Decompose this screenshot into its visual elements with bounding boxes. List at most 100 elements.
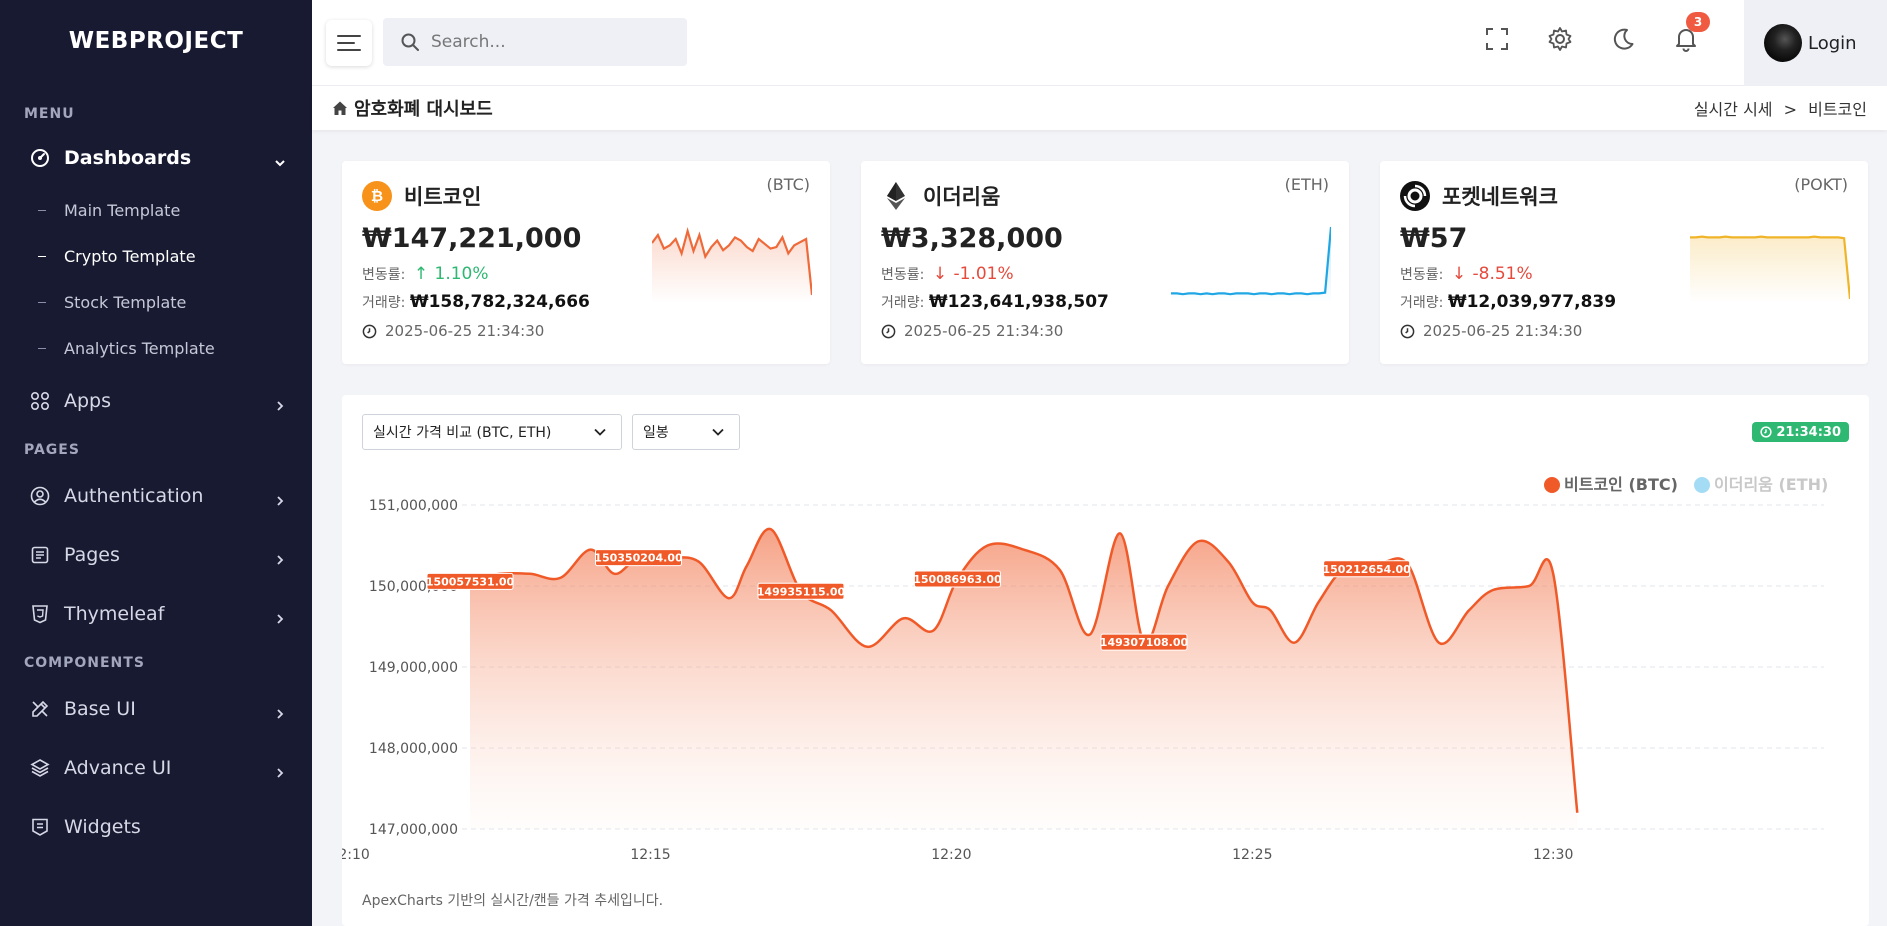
x-tick-label: 12:15 bbox=[630, 847, 670, 863]
fullscreen-icon bbox=[1486, 28, 1508, 50]
sidebar-item-thymeleaf[interactable]: Thymeleaf bbox=[0, 584, 312, 643]
period-select-value: 일봉 bbox=[643, 425, 669, 441]
sidebar-item-label: Base UI bbox=[64, 697, 136, 720]
coin-symbol: (POKT) bbox=[1794, 175, 1848, 194]
legend-label: 이더리움 (ETH) bbox=[1714, 475, 1828, 494]
y-tick-label: 151,000,000 bbox=[369, 498, 458, 514]
fullscreen-button[interactable] bbox=[1482, 24, 1512, 54]
sparkline-line bbox=[1171, 226, 1331, 296]
dash-icon bbox=[38, 209, 46, 211]
sidebar-subitem-main-template[interactable]: Main Template bbox=[0, 187, 312, 233]
sidebar-subitem-stock-template[interactable]: Stock Template bbox=[0, 279, 312, 325]
coin-card-pokt[interactable]: 포켓네트워크 (POKT) ₩57 변동률: ↓ -8.51% 거래량: ₩12… bbox=[1380, 161, 1868, 364]
chevron-right-icon bbox=[274, 549, 286, 565]
change-label: 변동률: bbox=[881, 267, 925, 283]
sparkline-chart bbox=[1690, 235, 1850, 303]
chevron-down-icon bbox=[274, 152, 286, 166]
dark-mode-button[interactable] bbox=[1608, 24, 1638, 54]
change-arrow-icon: ↓ bbox=[1451, 264, 1467, 284]
legend-marker bbox=[1544, 477, 1560, 493]
notification-count-badge: 3 bbox=[1686, 12, 1710, 32]
chevron-down-icon bbox=[594, 428, 606, 436]
data-label-text: 150086963.00 bbox=[913, 573, 1002, 586]
section-title-pages: PAGES bbox=[24, 442, 80, 458]
change-arrow-icon: ↓ bbox=[932, 264, 948, 284]
price-area-chart[interactable]: 비트코인 (BTC) 이더리움 (ETH)151,000,000150,000,0… bbox=[342, 465, 1869, 875]
sidebar-item-label: Apps bbox=[64, 389, 112, 412]
chevron-right-icon bbox=[274, 490, 286, 506]
sidebar-item-dashboards[interactable]: Dashboards bbox=[0, 128, 312, 187]
sidebar-item-label: Widgets bbox=[64, 815, 141, 838]
coin-symbol: (BTC) bbox=[766, 175, 810, 194]
data-label: 150212654.00 bbox=[1322, 560, 1411, 578]
coin-timestamp: 2025-06-25 21:34:30 bbox=[881, 322, 1329, 340]
clock-icon bbox=[362, 324, 377, 338]
data-label: 149935115.00 bbox=[757, 582, 846, 600]
sidebar-item-authentication[interactable]: Authentication bbox=[0, 466, 312, 525]
chevron-right-icon bbox=[274, 703, 286, 719]
y-tick-label: 147,000,000 bbox=[369, 822, 458, 838]
breadcrumb-separator: > bbox=[1783, 100, 1798, 119]
data-label-text: 149935115.00 bbox=[757, 585, 846, 598]
sidebar-item-advance-ui[interactable]: Advance UI bbox=[0, 738, 312, 797]
subitem-label: Stock Template bbox=[64, 292, 187, 312]
chart-footnote: ApexCharts 기반의 실시간/캔들 가격 추세입니다. bbox=[362, 893, 664, 909]
login-label: Login bbox=[1808, 32, 1857, 54]
sidebar-subitem-analytics-template[interactable]: Analytics Template bbox=[0, 325, 312, 371]
sidebar-item-base-ui[interactable]: Base UI bbox=[0, 679, 312, 738]
btc-area-fill bbox=[470, 528, 1578, 829]
sparkline-area bbox=[1171, 227, 1331, 303]
legend-item[interactable]: 비트코인 (BTC) bbox=[1544, 475, 1678, 494]
coin-header: 포켓네트워크 bbox=[1400, 181, 1848, 211]
change-label: 변동률: bbox=[1400, 267, 1444, 283]
document-icon bbox=[30, 545, 50, 565]
data-label: 150350204.00 bbox=[594, 549, 683, 567]
x-tick-label: 12:25 bbox=[1232, 847, 1272, 863]
clock-icon bbox=[1760, 426, 1772, 438]
compare-select[interactable]: 실시간 가격 비교 (BTC, ETH) bbox=[362, 414, 622, 450]
data-label-text: 149307108.00 bbox=[1100, 636, 1189, 649]
menu-toggle-button[interactable] bbox=[326, 20, 372, 66]
y-tick-label: 148,000,000 bbox=[369, 741, 458, 757]
html5-icon bbox=[30, 604, 50, 624]
sidebar-item-apps[interactable]: Apps bbox=[0, 371, 312, 430]
coin-name: 포켓네트워크 bbox=[1442, 185, 1558, 209]
legend-item[interactable]: 이더리움 (ETH) bbox=[1694, 475, 1828, 494]
change-value: -8.51% bbox=[1472, 264, 1533, 284]
period-select[interactable]: 일봉 bbox=[632, 414, 740, 450]
breadcrumb-item-realtime[interactable]: 실시간 시세 bbox=[1694, 100, 1773, 119]
subitem-label: Main Template bbox=[64, 200, 181, 220]
bitcoin-icon: ₿ bbox=[362, 181, 392, 211]
search-input[interactable] bbox=[431, 32, 651, 52]
page-title: 암호화폐 대시보드 bbox=[332, 95, 493, 121]
hamburger-icon bbox=[337, 35, 361, 51]
svg-text:₿: ₿ bbox=[371, 187, 383, 205]
sidebar-item-pages[interactable]: Pages bbox=[0, 525, 312, 584]
volume-label: 거래량: bbox=[362, 295, 406, 311]
widget-icon bbox=[30, 817, 50, 837]
sidebar-item-widgets[interactable]: Widgets bbox=[0, 797, 312, 856]
login-button[interactable]: Login bbox=[1744, 0, 1887, 86]
compare-select-value: 실시간 가격 비교 (BTC, ETH) bbox=[373, 425, 552, 441]
coin-card-eth[interactable]: 이더리움 (ETH) ₩3,328,000 변동률: ↓ -1.01% 거래량:… bbox=[861, 161, 1349, 364]
coin-card-btc[interactable]: ₿ 비트코인 (BTC) ₩147,221,000 변동률: ↑ 1.10% 거… bbox=[342, 161, 830, 364]
data-label: 150086963.00 bbox=[913, 570, 1002, 588]
sidebar-subitem-crypto-template[interactable]: Crypto Template bbox=[0, 233, 312, 279]
change-label: 변동률: bbox=[362, 267, 406, 283]
legend-marker bbox=[1694, 477, 1710, 493]
volume-label: 거래량: bbox=[1400, 295, 1444, 311]
sidebar-item-label: Advance UI bbox=[64, 756, 172, 779]
brand-logo[interactable]: WEBPROJECT bbox=[0, 0, 312, 82]
timestamp-text: 2025-06-25 21:34:30 bbox=[385, 322, 545, 340]
coin-timestamp: 2025-06-25 21:34:30 bbox=[1400, 322, 1848, 340]
settings-button[interactable] bbox=[1545, 24, 1575, 54]
volume-value: ₩158,782,324,666 bbox=[409, 292, 590, 312]
data-label-text: 150212654.00 bbox=[1322, 563, 1411, 576]
price-chart-panel: 실시간 가격 비교 (BTC, ETH) 일봉 21:34:30 비트코인 (B… bbox=[342, 395, 1869, 926]
data-label: 149307108.00 bbox=[1100, 633, 1189, 651]
sidebar-item-label: Pages bbox=[64, 543, 120, 566]
coin-name: 이더리움 bbox=[923, 185, 1001, 209]
sparkline-area bbox=[1690, 236, 1850, 303]
change-value: 1.10% bbox=[434, 264, 489, 284]
clock-icon bbox=[1400, 324, 1415, 338]
